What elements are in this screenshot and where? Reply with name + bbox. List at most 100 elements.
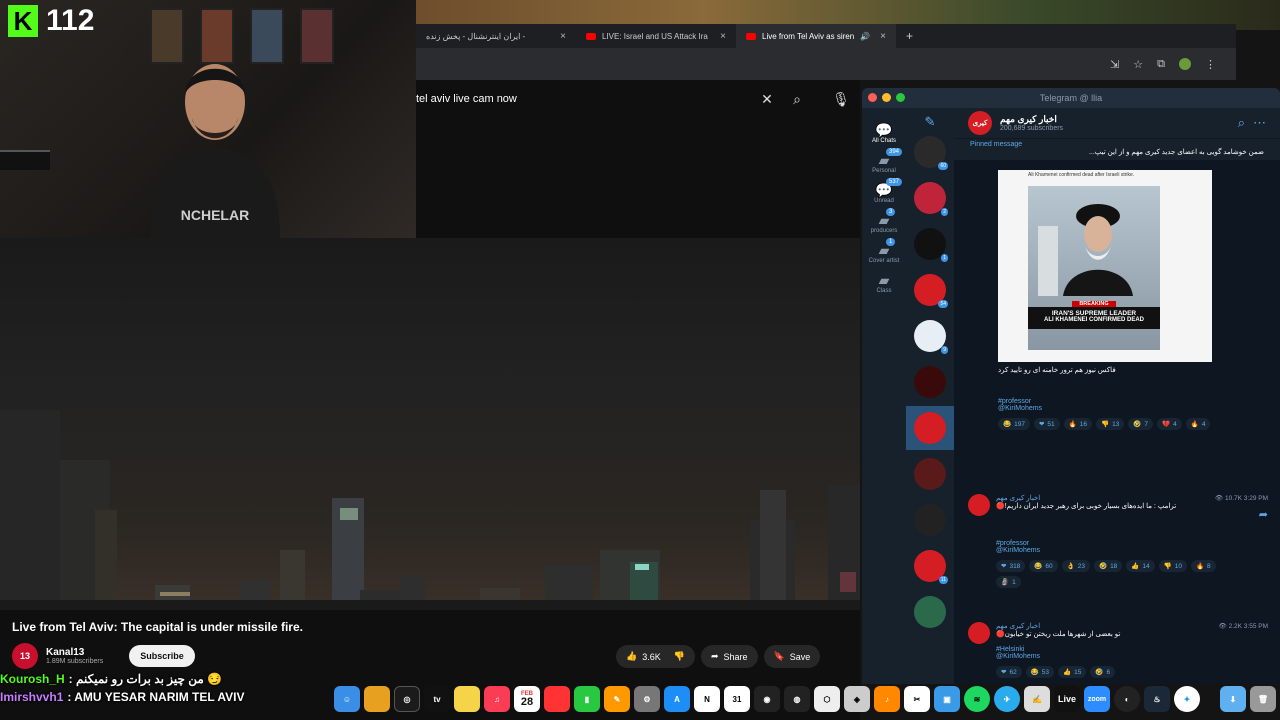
forward-icon[interactable]: ➦ (1259, 508, 1268, 521)
reaction-chip[interactable]: ❤ 62 (996, 666, 1022, 678)
reaction-chip[interactable]: 🔥 8 (1190, 560, 1216, 572)
chat-avatar[interactable]: 1 (914, 228, 948, 262)
clear-search-icon[interactable]: ✕ (752, 91, 782, 108)
reaction-chip[interactable]: 🔥 4 (1185, 418, 1211, 430)
post-image-card[interactable]: Ali Khamenei confirmed dead after Israel… (998, 170, 1212, 362)
tab-live-israel[interactable]: LIVE: Israel and US Attack Ira × (576, 24, 736, 48)
capcut-icon[interactable]: ✂ (904, 686, 930, 712)
reaction-chip[interactable]: 🤣 18 (1093, 560, 1123, 572)
reaction-chip[interactable]: 👌 23 (1061, 560, 1090, 572)
calendar-31-icon[interactable]: 31 (724, 686, 750, 712)
obs-icon[interactable]: ◐ (1114, 686, 1140, 712)
preview-icon[interactable]: ▣ (934, 686, 960, 712)
reaction-chip[interactable]: 💔 4 (1157, 418, 1182, 430)
channel-name[interactable]: Kanal13 (46, 647, 103, 658)
telegram-icon[interactable]: ✈ (994, 686, 1020, 712)
notion-icon[interactable]: N (694, 686, 720, 712)
bookmark-star-icon[interactable]: ☆ (1133, 58, 1143, 71)
live-app-icon[interactable]: Live (1054, 686, 1080, 712)
reaction-chip[interactable]: ❤ 318 (996, 560, 1026, 572)
finder-icon[interactable]: ☺ (334, 686, 360, 712)
chat-avatar[interactable] (914, 504, 946, 536)
chat-avatar[interactable] (914, 366, 946, 398)
profile-avatar[interactable] (1179, 58, 1191, 70)
reaction-chip[interactable]: 👎 13 (1095, 418, 1125, 430)
app-icon[interactable]: ◎ (394, 686, 420, 712)
search-icon[interactable]: ⌕ (1238, 115, 1245, 131)
tab-tel-aviv-live[interactable]: Live from Tel Aviv as siren 🔊 × (736, 24, 896, 48)
chat-avatar[interactable] (914, 458, 946, 490)
sender-avatar[interactable] (968, 622, 990, 644)
pages-icon[interactable]: ✎ (604, 686, 630, 712)
hashtag-link[interactable]: #Helsinki (996, 646, 1268, 653)
channel-avatar[interactable]: کیری (968, 111, 992, 135)
chat-selected[interactable] (906, 406, 954, 450)
garageband-icon[interactable]: ♪ (874, 686, 900, 712)
reaction-chip[interactable]: 🗿 1 (996, 576, 1021, 588)
mention-link[interactable]: @KiriMohems (996, 653, 1268, 660)
close-tab-icon[interactable]: × (880, 31, 886, 42)
chat-avatar[interactable]: 54 (914, 274, 948, 308)
thumbs-down-icon[interactable]: 👎 (674, 651, 685, 662)
reaction-chip[interactable]: 🤣 7 (1128, 418, 1154, 430)
search-icon[interactable]: ⌕ (782, 91, 812, 108)
settings-icon[interactable]: ⚙ (634, 686, 660, 712)
chat-avatar[interactable]: 9 (914, 320, 948, 354)
like-button[interactable]: 👍 3.6K 👎 (616, 645, 695, 668)
spotify-icon[interactable]: ≋ (964, 686, 990, 712)
tab-iran-international[interactable]: ایران اینترنشنال - پخش زنده - × (416, 24, 576, 48)
microphone-icon[interactable]: 🎙 (826, 91, 856, 108)
reaction-chip[interactable]: 😂 53 (1025, 666, 1055, 678)
minimize-window-icon[interactable] (882, 93, 891, 102)
music-icon[interactable]: ♫ (484, 686, 510, 712)
mention-link[interactable]: @KiriMohems (998, 405, 1268, 412)
folder-all-chats[interactable]: 💬 All Chats (862, 122, 906, 144)
maximize-window-icon[interactable] (896, 93, 905, 102)
compose-icon[interactable]: ✎ (906, 114, 954, 130)
news-icon[interactable] (544, 686, 570, 712)
mention-link[interactable]: @KiriMohems (996, 547, 1268, 554)
downloads-folder-icon[interactable]: ⬇ (1220, 686, 1246, 712)
reaction-chip[interactable]: 👍 14 (1126, 560, 1155, 572)
folder-class[interactable]: ▰ Class (862, 272, 906, 294)
folder-personal[interactable]: 394 ▰ Personal (862, 148, 906, 174)
trash-icon[interactable]: 🗑 (1250, 686, 1276, 712)
sender-name[interactable]: اخبار کیری مهم (996, 622, 1040, 630)
unity-icon[interactable]: ⬡ (814, 686, 840, 712)
close-window-icon[interactable] (868, 93, 877, 102)
youtube-search-bar[interactable]: tel aviv live cam now ✕ ⌕ 🎙 (416, 86, 856, 112)
channel-avatar[interactable]: 13 (12, 643, 38, 669)
install-icon[interactable]: ⇲ (1110, 58, 1119, 71)
activity-icon[interactable]: ◉ (754, 686, 780, 712)
reaction-chip[interactable]: 😂 197 (998, 418, 1030, 430)
reaction-chip[interactable]: 😂 60 (1029, 560, 1058, 572)
chat-avatar[interactable]: 2 (914, 182, 948, 216)
folder-unread[interactable]: 537 💬 Unread (862, 178, 906, 204)
appletv-icon[interactable]: tv (424, 686, 450, 712)
more-icon[interactable]: ⋯ (1253, 115, 1266, 131)
new-tab-button[interactable]: + (896, 29, 923, 43)
sender-name[interactable]: اخبار کیری مهم (996, 494, 1040, 502)
chat-avatar[interactable]: 60 (914, 136, 948, 170)
channel-name[interactable]: اخبار کیری مهم (1000, 114, 1063, 125)
reaction-chip[interactable]: 🤣 6 (1090, 666, 1116, 678)
hashtag-link[interactable]: #professor (998, 398, 1268, 405)
textedit-icon[interactable]: ✍ (1024, 686, 1050, 712)
steam-icon[interactable]: ♨ (1144, 686, 1170, 712)
chat-avatar[interactable] (914, 596, 946, 628)
share-button[interactable]: ➦ Share (700, 645, 758, 668)
safari-icon[interactable]: ✦ (1174, 686, 1200, 712)
reaction-chip[interactable]: 👎 10 (1158, 560, 1187, 572)
video-player[interactable] (0, 238, 860, 610)
sender-avatar[interactable] (968, 494, 990, 516)
folder-cover-artist[interactable]: 1 ▰ Cover artist (862, 238, 906, 264)
subscribe-button[interactable]: Subscribe (129, 645, 195, 667)
hashtag-link[interactable]: #professor (996, 540, 1268, 547)
photos-icon[interactable] (364, 686, 390, 712)
calendar-icon[interactable]: FEB 28 (514, 686, 540, 712)
folder-producers[interactable]: 3 ▰ producers (862, 208, 906, 234)
close-tab-icon[interactable]: × (560, 31, 566, 42)
reaction-chip[interactable]: ❤ 51 (1033, 418, 1060, 430)
save-button[interactable]: 🔖 Save (763, 645, 821, 668)
chat-avatar[interactable]: 11 (914, 550, 948, 584)
